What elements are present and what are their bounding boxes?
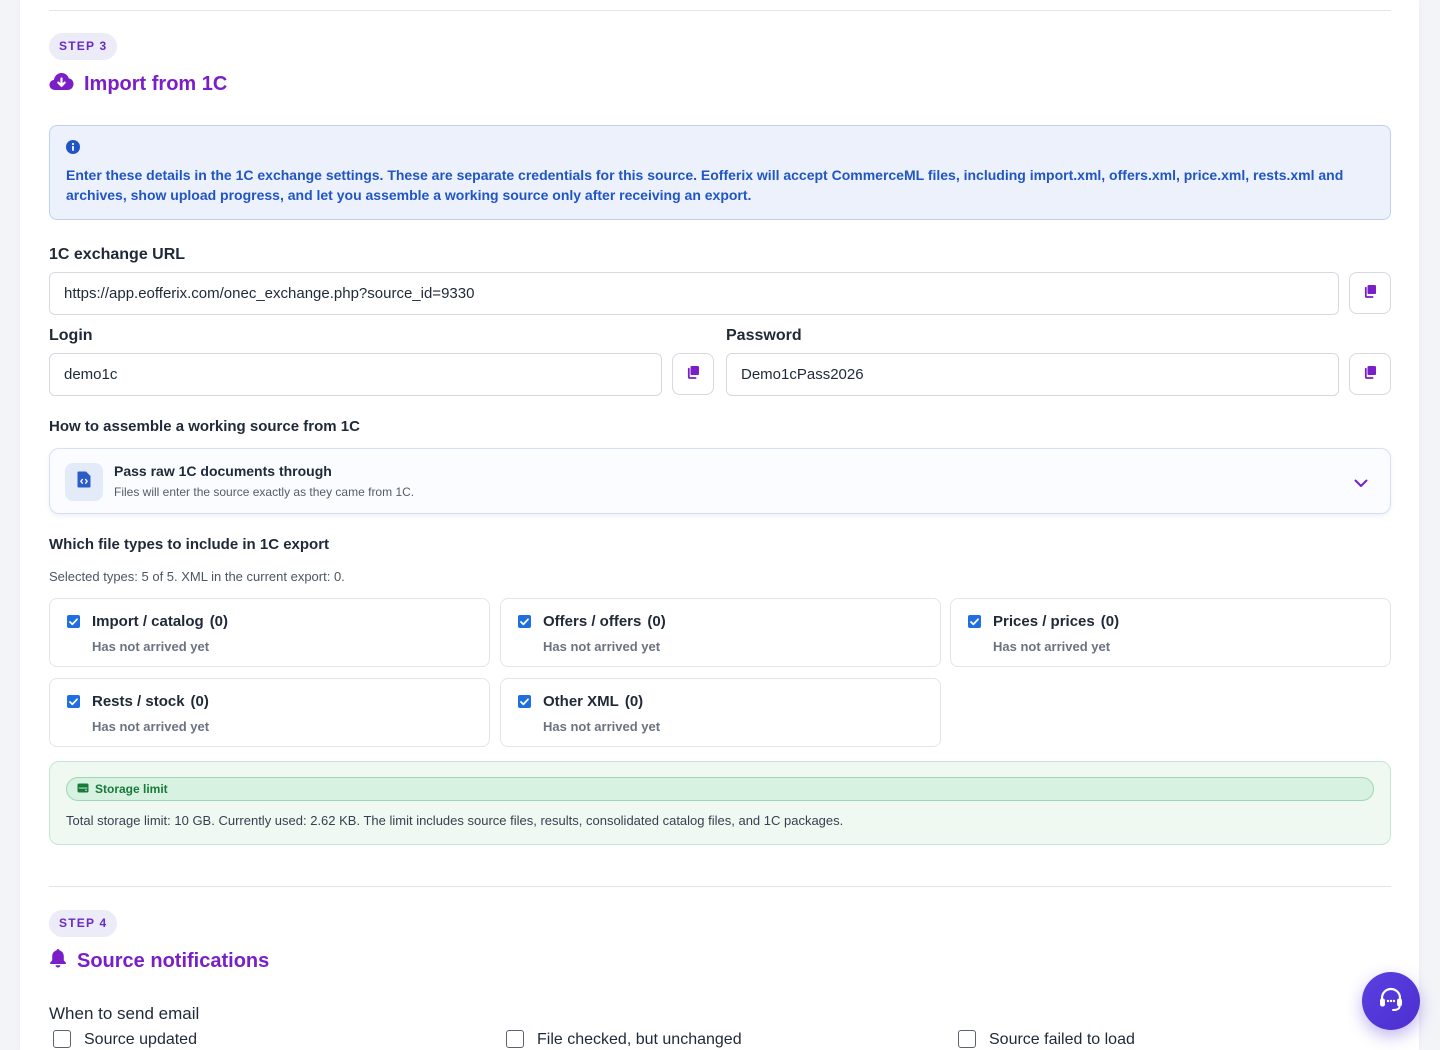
settings-card: STEP 3 Import from 1C Enter these detail… xyxy=(20,0,1419,1050)
file-type-count: (0) xyxy=(1100,613,1120,630)
file-type-label: Rests / stock xyxy=(92,693,185,710)
login-input[interactable] xyxy=(49,353,662,396)
file-type-status: Has not arrived yet xyxy=(543,719,661,734)
file-type-status: Has not arrived yet xyxy=(92,719,210,734)
headset-icon xyxy=(1377,986,1405,1017)
file-code-icon xyxy=(77,471,91,493)
copy-password-button[interactable] xyxy=(1349,353,1391,395)
step-4-title: Source notifications xyxy=(49,948,269,974)
step-3-badge: STEP 3 xyxy=(49,33,118,60)
storage-limit-text: Total storage limit: 10 GB. Currently us… xyxy=(66,813,844,828)
file-type-checkbox[interactable] xyxy=(518,615,531,628)
assemble-label: How to assemble a working source from 1C xyxy=(49,418,360,435)
file-type-checkbox[interactable] xyxy=(67,695,80,708)
bell-icon xyxy=(49,948,77,974)
support-chat-button[interactable] xyxy=(1362,972,1420,1030)
copy-icon xyxy=(1363,365,1377,384)
file-type-count: (0) xyxy=(624,693,644,710)
file-type-checkbox[interactable] xyxy=(67,615,80,628)
step-3-title: Import from 1C xyxy=(49,71,227,97)
step-4-badge: STEP 4 xyxy=(49,910,118,937)
password-input[interactable] xyxy=(726,353,1339,396)
cloud-download-icon xyxy=(49,71,84,97)
file-type-checkbox[interactable] xyxy=(968,615,981,628)
step-3-title-text: Import from 1C xyxy=(84,72,228,95)
file-type-title: Other XML (0) xyxy=(543,693,643,710)
email-when-label: When to send email xyxy=(49,1004,200,1023)
section-divider xyxy=(49,886,1391,887)
hard-drive-icon xyxy=(77,780,89,798)
file-type-label: Other XML xyxy=(543,693,619,710)
file-type-card-prices[interactable]: Prices / prices (0) Has not arrived yet xyxy=(950,598,1391,667)
exchange-url-input[interactable] xyxy=(49,272,1339,315)
file-type-card-other-xml[interactable]: Other XML (0) Has not arrived yet xyxy=(500,678,941,747)
info-banner: Enter these details in the 1C exchange s… xyxy=(49,125,1391,220)
file-type-title: Prices / prices (0) xyxy=(993,613,1119,630)
notify-file-unchanged-label: File checked, but unchanged xyxy=(537,1031,742,1048)
exchange-url-label: 1C exchange URL xyxy=(49,246,186,263)
file-type-status: Has not arrived yet xyxy=(993,639,1111,654)
file-type-count: (0) xyxy=(190,693,209,710)
step-4-title-text: Source notifications xyxy=(77,949,270,972)
notify-source-failed-checkbox[interactable] xyxy=(958,1030,976,1048)
copy-icon xyxy=(1363,284,1377,303)
notify-file-unchanged-checkbox[interactable] xyxy=(506,1030,524,1048)
copy-icon xyxy=(686,365,700,384)
assemble-mode-select[interactable]: Pass raw 1C documents through Files will… xyxy=(49,448,1391,514)
storage-limit-panel: Storage limit Total storage limit: 10 GB… xyxy=(49,761,1391,845)
info-text: Enter these details in the 1C exchange s… xyxy=(66,167,1344,203)
password-label: Password xyxy=(726,327,802,344)
mode-title: Pass raw 1C documents through xyxy=(114,463,332,479)
mode-icon-box xyxy=(65,463,103,501)
storage-limit-badge-label: Storage limit xyxy=(95,782,168,796)
chevron-down-icon xyxy=(1354,475,1368,493)
file-type-count: (0) xyxy=(209,613,229,630)
file-type-label: Offers / offers xyxy=(543,613,642,630)
mode-description: Files will enter the source exactly as t… xyxy=(114,485,415,499)
file-type-status: Has not arrived yet xyxy=(543,639,661,654)
file-type-title: Import / catalog (0) xyxy=(92,613,228,630)
storage-limit-badge: Storage limit xyxy=(66,777,1374,801)
copy-url-button[interactable] xyxy=(1349,272,1391,314)
file-types-label: Which file types to include in 1C export xyxy=(49,536,330,553)
notify-source-updated-checkbox[interactable] xyxy=(53,1030,71,1048)
file-type-checkbox[interactable] xyxy=(518,695,531,708)
file-type-count: (0) xyxy=(647,613,666,630)
file-types-summary: Selected types: 5 of 5. XML in the curre… xyxy=(49,569,345,584)
file-type-card-offers[interactable]: Offers / offers (0) Has not arrived yet xyxy=(500,598,941,667)
file-type-label: Import / catalog xyxy=(92,613,204,630)
copy-login-button[interactable] xyxy=(672,353,714,395)
file-type-status: Has not arrived yet xyxy=(92,639,210,654)
file-type-title: Rests / stock (0) xyxy=(92,693,209,710)
login-label: Login xyxy=(49,327,93,344)
section-divider xyxy=(49,10,1391,11)
file-type-label: Prices / prices xyxy=(993,613,1095,630)
info-icon xyxy=(66,140,80,159)
file-type-card-import[interactable]: Import / catalog (0) Has not arrived yet xyxy=(49,598,490,667)
file-type-title: Offers / offers (0) xyxy=(543,613,666,630)
file-type-card-rests[interactable]: Rests / stock (0) Has not arrived yet xyxy=(49,678,490,747)
notify-source-failed-label: Source failed to load xyxy=(989,1031,1135,1048)
notify-source-updated-label: Source updated xyxy=(84,1031,197,1048)
